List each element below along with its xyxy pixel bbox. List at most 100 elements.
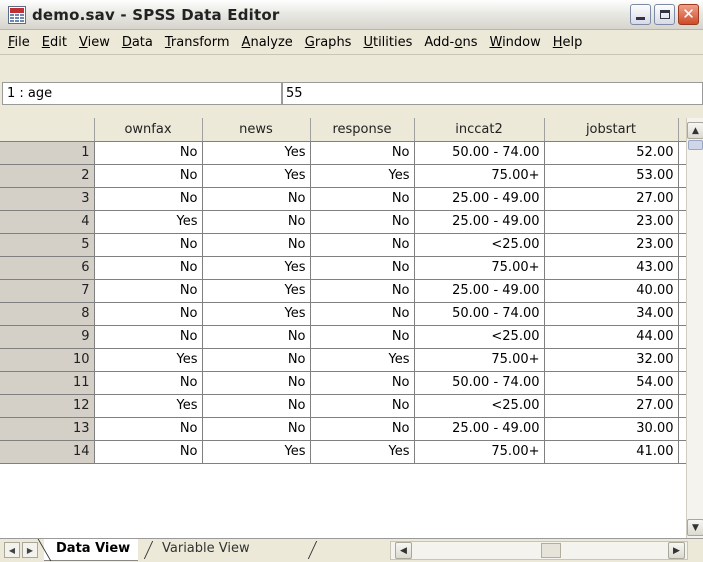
- column-header-news[interactable]: news: [202, 118, 311, 142]
- data-cell-inccat2[interactable]: 25.00 - 49.00: [414, 187, 545, 211]
- data-cell-ownfax[interactable]: No: [94, 302, 203, 326]
- menu-graphs[interactable]: Graphs: [299, 35, 358, 50]
- row-header[interactable]: 5: [0, 233, 95, 257]
- data-cell-response[interactable]: No: [310, 141, 415, 165]
- data-cell-news[interactable]: Yes: [202, 279, 311, 303]
- row-header[interactable]: 3: [0, 187, 95, 211]
- data-cell-inccat2[interactable]: 50.00 - 74.00: [414, 141, 545, 165]
- data-cell-response[interactable]: Yes: [310, 440, 415, 464]
- tab-data-view[interactable]: Data View: [44, 539, 139, 561]
- row-header[interactable]: 7: [0, 279, 95, 303]
- data-cell-response[interactable]: No: [310, 279, 415, 303]
- tab-variable-view[interactable]: Variable View: [150, 539, 262, 561]
- close-button[interactable]: ✕: [678, 4, 699, 25]
- data-cell-ownfax[interactable]: No: [94, 187, 203, 211]
- row-header[interactable]: 10: [0, 348, 95, 372]
- scroll-down-button[interactable]: ▼: [687, 519, 703, 536]
- data-cell-news[interactable]: No: [202, 394, 311, 418]
- menu-window[interactable]: Window: [483, 35, 546, 50]
- data-cell-news[interactable]: Yes: [202, 302, 311, 326]
- data-cell-inccat2[interactable]: 25.00 - 49.00: [414, 279, 545, 303]
- data-cell-ownfax[interactable]: No: [94, 325, 203, 349]
- data-cell-ownfax[interactable]: Yes: [94, 348, 203, 372]
- data-cell-news[interactable]: Yes: [202, 256, 311, 280]
- data-cell-jobstart[interactable]: 53.00: [544, 164, 679, 188]
- data-cell-inccat2[interactable]: <25.00: [414, 325, 545, 349]
- row-header[interactable]: 14: [0, 440, 95, 464]
- data-cell-response[interactable]: No: [310, 210, 415, 234]
- data-cell-inccat2[interactable]: <25.00: [414, 394, 545, 418]
- data-cell-news[interactable]: No: [202, 233, 311, 257]
- data-cell-response[interactable]: No: [310, 325, 415, 349]
- data-cell-inccat2[interactable]: 75.00+: [414, 348, 545, 372]
- data-cell-jobstart[interactable]: 44.00: [544, 325, 679, 349]
- vertical-scrollbar[interactable]: ▲ ▼: [686, 118, 703, 538]
- cell-value-field[interactable]: 55: [282, 82, 703, 105]
- data-cell-ownfax[interactable]: No: [94, 417, 203, 441]
- data-cell-news[interactable]: No: [202, 210, 311, 234]
- row-header[interactable]: 11: [0, 371, 95, 395]
- menu-view[interactable]: View: [73, 35, 116, 50]
- row-header[interactable]: 4: [0, 210, 95, 234]
- vertical-scroll-thumb[interactable]: [688, 140, 703, 150]
- menu-addons[interactable]: Add-ons: [418, 35, 483, 50]
- row-header[interactable]: 2: [0, 164, 95, 188]
- data-cell-inccat2[interactable]: 75.00+: [414, 256, 545, 280]
- data-cell-response[interactable]: No: [310, 302, 415, 326]
- data-cell-jobstart[interactable]: 32.00: [544, 348, 679, 372]
- data-cell-ownfax[interactable]: No: [94, 164, 203, 188]
- data-cell-jobstart[interactable]: 43.00: [544, 256, 679, 280]
- grid-corner[interactable]: [0, 118, 95, 142]
- data-cell-response[interactable]: Yes: [310, 348, 415, 372]
- data-cell-response[interactable]: No: [310, 256, 415, 280]
- scroll-left-button[interactable]: ◀: [395, 542, 412, 559]
- data-cell-news[interactable]: Yes: [202, 164, 311, 188]
- data-cell-jobstart[interactable]: 34.00: [544, 302, 679, 326]
- data-cell-response[interactable]: No: [310, 187, 415, 211]
- data-cell-ownfax[interactable]: Yes: [94, 210, 203, 234]
- data-cell-jobstart[interactable]: 52.00: [544, 141, 679, 165]
- horizontal-scroll-thumb[interactable]: [541, 543, 561, 558]
- data-cell-jobstart[interactable]: 54.00: [544, 371, 679, 395]
- data-cell-jobstart[interactable]: 41.00: [544, 440, 679, 464]
- data-cell-news[interactable]: No: [202, 348, 311, 372]
- maximize-button[interactable]: [654, 4, 675, 25]
- data-cell-ownfax[interactable]: Yes: [94, 394, 203, 418]
- data-cell-ownfax[interactable]: No: [94, 141, 203, 165]
- data-cell-news[interactable]: Yes: [202, 440, 311, 464]
- data-cell-response[interactable]: No: [310, 417, 415, 441]
- data-cell-inccat2[interactable]: 75.00+: [414, 440, 545, 464]
- cell-reference-field[interactable]: 1 : age: [2, 82, 282, 105]
- data-cell-news[interactable]: Yes: [202, 141, 311, 165]
- column-header-jobstart[interactable]: jobstart: [544, 118, 679, 142]
- menu-file[interactable]: File: [2, 35, 36, 50]
- data-cell-news[interactable]: No: [202, 371, 311, 395]
- menu-edit[interactable]: Edit: [36, 35, 73, 50]
- data-cell-inccat2[interactable]: 25.00 - 49.00: [414, 210, 545, 234]
- column-header-inccat2[interactable]: inccat2: [414, 118, 545, 142]
- data-cell-ownfax[interactable]: No: [94, 440, 203, 464]
- tab-scroll-left-button[interactable]: ◀: [4, 542, 20, 558]
- data-cell-jobstart[interactable]: 23.00: [544, 210, 679, 234]
- tab-scroll-right-button[interactable]: ▶: [22, 542, 38, 558]
- column-header-response[interactable]: response: [310, 118, 415, 142]
- data-cell-inccat2[interactable]: 75.00+: [414, 164, 545, 188]
- data-cell-ownfax[interactable]: No: [94, 256, 203, 280]
- row-header[interactable]: 8: [0, 302, 95, 326]
- data-cell-jobstart[interactable]: 27.00: [544, 187, 679, 211]
- row-header[interactable]: 6: [0, 256, 95, 280]
- data-cell-ownfax[interactable]: No: [94, 371, 203, 395]
- data-cell-response[interactable]: Yes: [310, 164, 415, 188]
- data-cell-inccat2[interactable]: <25.00: [414, 233, 545, 257]
- title-bar[interactable]: demo.sav - SPSS Data Editor ✕: [0, 0, 703, 30]
- data-cell-news[interactable]: No: [202, 187, 311, 211]
- spss-app-icon[interactable]: [8, 5, 26, 24]
- data-cell-inccat2[interactable]: 25.00 - 49.00: [414, 417, 545, 441]
- menu-analyze[interactable]: Analyze: [236, 35, 299, 50]
- data-cell-jobstart[interactable]: 23.00: [544, 233, 679, 257]
- minimize-button[interactable]: [630, 4, 651, 25]
- data-cell-news[interactable]: No: [202, 325, 311, 349]
- row-header[interactable]: 1: [0, 141, 95, 165]
- data-cell-jobstart[interactable]: 30.00: [544, 417, 679, 441]
- data-cell-inccat2[interactable]: 50.00 - 74.00: [414, 371, 545, 395]
